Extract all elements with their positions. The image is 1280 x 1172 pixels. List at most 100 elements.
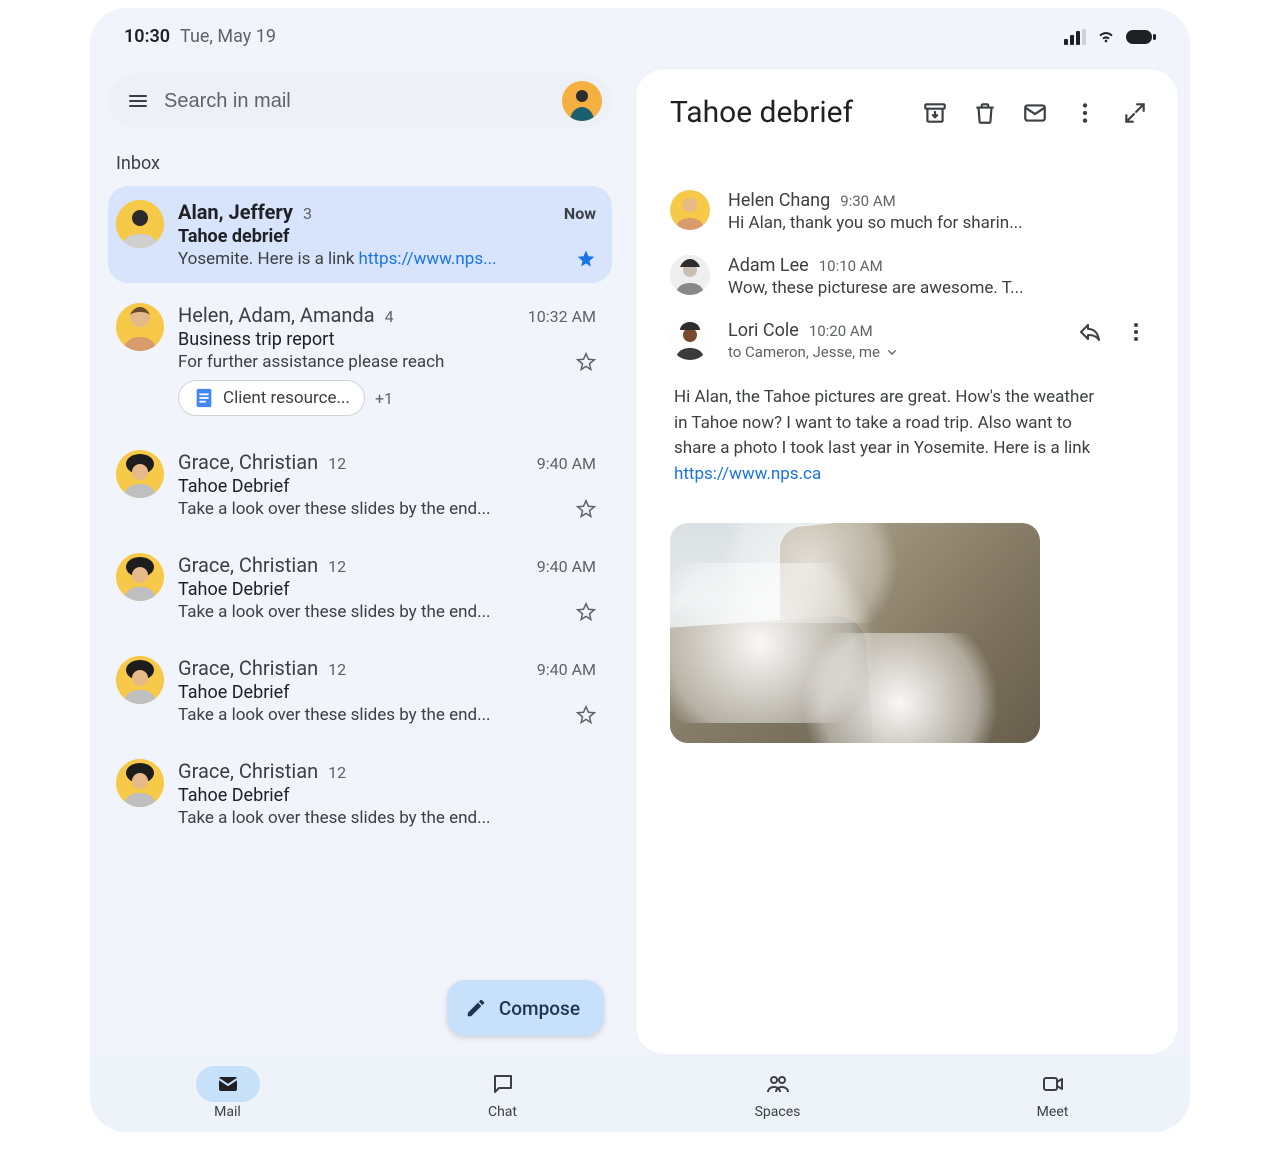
attachment-chip[interactable]: Client resource... [178, 380, 365, 416]
message-body: Hi Alan, the Tahoe pictures are great. H… [670, 385, 1100, 487]
thread-item[interactable]: Grace, Christian 12 9:40 AM Tahoe Debrie… [108, 539, 612, 636]
mail-icon [216, 1072, 240, 1096]
thread-senders: Grace, Christian [178, 553, 318, 577]
thread-avatar [116, 656, 164, 704]
archive-icon[interactable] [922, 100, 948, 126]
thread-snippet: Yosemite. Here is a link https://www.nps… [178, 249, 497, 269]
thread-avatar [116, 450, 164, 498]
star-icon[interactable] [576, 352, 596, 372]
thread-snippet: Take a look over these slides by the end… [178, 705, 491, 725]
thread-count: 12 [328, 763, 346, 782]
delete-icon[interactable] [972, 100, 998, 126]
search-input[interactable] [162, 89, 550, 114]
thread-count: 12 [328, 660, 346, 679]
more-vert-icon[interactable] [1124, 320, 1148, 344]
star-icon[interactable] [576, 705, 596, 725]
profile-avatar[interactable] [562, 81, 602, 121]
thread-time: 9:40 AM [537, 660, 596, 679]
conversation-title: Tahoe debrief [670, 95, 910, 130]
nav-spaces-label: Spaces [755, 1104, 801, 1120]
menu-icon[interactable] [126, 89, 150, 113]
thread-count: 4 [385, 307, 394, 326]
chevron-down-icon [884, 344, 900, 360]
thread-time: 9:40 AM [537, 557, 596, 576]
status-time: 10:30 [124, 26, 170, 47]
spaces-icon [766, 1072, 790, 1096]
thread-avatar [116, 759, 164, 807]
message-collapsed[interactable]: Helen Chang 9:30 AM Hi Alan, thank you s… [670, 190, 1148, 233]
thread-snippet: Take a look over these slides by the end… [178, 499, 491, 519]
message-avatar [670, 320, 710, 360]
thread-senders: Grace, Christian [178, 450, 318, 474]
docs-icon [193, 387, 215, 409]
reply-icon[interactable] [1078, 320, 1102, 344]
nav-meet[interactable]: Meet [1003, 1066, 1103, 1120]
star-icon[interactable] [576, 602, 596, 622]
chat-icon [491, 1072, 515, 1096]
message-preview: Wow, these picturese are awesome. T... [728, 278, 1148, 298]
expand-icon[interactable] [1122, 100, 1148, 126]
thread-subject: Tahoe debrief [178, 226, 596, 247]
nav-spaces[interactable]: Spaces [728, 1066, 828, 1120]
image-attachment[interactable] [670, 523, 1040, 743]
thread-subject: Tahoe Debrief [178, 476, 596, 497]
attachment-chip-label: Client resource... [223, 388, 350, 408]
meet-icon [1041, 1072, 1065, 1096]
battery-icon [1126, 29, 1156, 45]
device-frame: 10:30 Tue, May 19 [90, 8, 1190, 1132]
thread-avatar [116, 553, 164, 601]
section-label-inbox: Inbox [116, 153, 604, 174]
message-sender: Lori Cole [728, 320, 799, 341]
thread-senders: Helen, Adam, Amanda [178, 303, 375, 327]
status-bar: 10:30 Tue, May 19 [90, 8, 1190, 53]
thread-count: 3 [303, 204, 312, 223]
thread-item[interactable]: Alan, Jeffery 3 Now Tahoe debrief Yosemi… [108, 186, 612, 283]
nav-meet-label: Meet [1037, 1104, 1069, 1120]
message-expanded: Lori Cole 10:20 AM to Cameron, Jesse, me [670, 320, 1148, 361]
star-icon[interactable] [576, 249, 596, 269]
attachment-chip-more[interactable]: +1 [375, 389, 393, 408]
thread-time: 9:40 AM [537, 454, 596, 473]
more-vert-icon[interactable] [1072, 100, 1098, 126]
thread-senders: Grace, Christian [178, 759, 318, 783]
thread-subject: Business trip report [178, 329, 596, 350]
thread-item[interactable]: Helen, Adam, Amanda 4 10:32 AM Business … [108, 289, 612, 430]
thread-time: 10:32 AM [528, 307, 596, 326]
message-avatar [670, 255, 710, 295]
inbox-pane: Inbox Alan, Jeffery 3 [90, 53, 630, 1054]
conversation-pane: Tahoe debrief [636, 69, 1178, 1054]
nav-chat[interactable]: Chat [453, 1066, 553, 1120]
thread-item[interactable]: Grace, Christian 12 9:40 AM Tahoe Debrie… [108, 642, 612, 739]
thread-subject: Tahoe Debrief [178, 579, 596, 600]
nav-chat-label: Chat [488, 1104, 517, 1120]
nav-mail[interactable]: Mail [178, 1066, 278, 1120]
thread-snippet: For further assistance please reach [178, 352, 444, 372]
message-collapsed[interactable]: Adam Lee 10:10 AM Wow, these picturese a… [670, 255, 1148, 298]
thread-snippet-link[interactable]: https://www.nps... [359, 249, 497, 269]
message-sender: Adam Lee [728, 255, 809, 276]
thread-item[interactable]: Grace, Christian 12 9:40 AM Tahoe Debrie… [108, 436, 612, 533]
thread-count: 12 [328, 557, 346, 576]
thread-subject: Tahoe Debrief [178, 785, 596, 806]
star-icon[interactable] [576, 499, 596, 519]
compose-button[interactable]: Compose [447, 980, 604, 1036]
search-bar[interactable] [108, 73, 612, 129]
thread-count: 12 [328, 454, 346, 473]
thread-list: Alan, Jeffery 3 Now Tahoe debrief Yosemi… [108, 186, 612, 842]
message-time: 10:20 AM [809, 322, 873, 340]
message-sender: Helen Chang [728, 190, 830, 211]
mark-unread-icon[interactable] [1022, 100, 1048, 126]
status-date: Tue, May 19 [180, 26, 276, 47]
message-recipients[interactable]: to Cameron, Jesse, me [728, 343, 900, 361]
thread-senders: Grace, Christian [178, 656, 318, 680]
thread-item[interactable]: Grace, Christian 12 9:40 AM Tahoe Debrie… [108, 745, 612, 842]
message-body-link[interactable]: https://www.nps.ca [674, 464, 821, 484]
message-time: 10:10 AM [819, 257, 883, 275]
thread-subject: Tahoe Debrief [178, 682, 596, 703]
thread-senders: Alan, Jeffery [178, 200, 293, 224]
message-preview: Hi Alan, thank you so much for sharin... [728, 213, 1148, 233]
wifi-icon [1096, 29, 1116, 45]
thread-avatar [116, 303, 164, 351]
message-time: 9:30 AM [840, 192, 896, 210]
bottom-nav: Mail Chat Spaces [90, 1054, 1190, 1132]
